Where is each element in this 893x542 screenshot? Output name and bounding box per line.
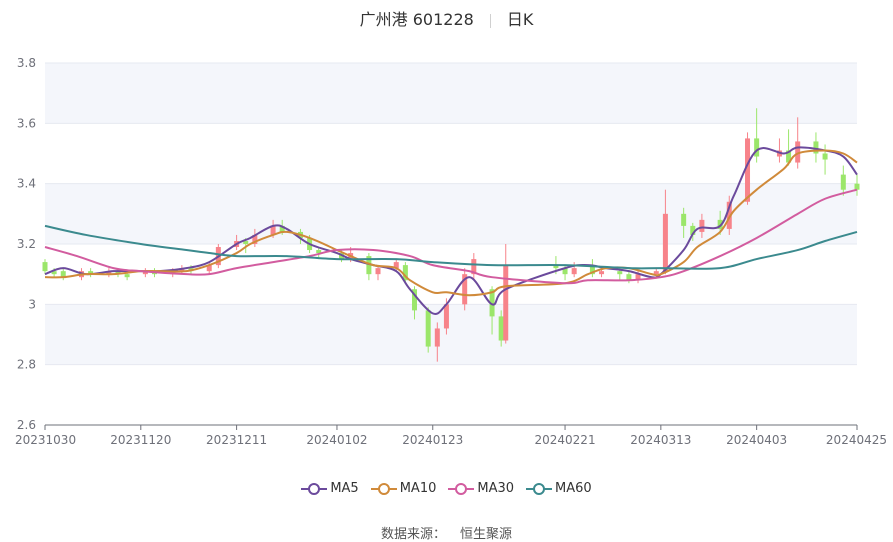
legend-item-ma5[interactable]: MA5 xyxy=(301,481,359,496)
candle-body xyxy=(822,153,828,160)
candle-body xyxy=(840,174,846,190)
legend-item-ma30[interactable]: MA30 xyxy=(448,481,514,496)
candle-body xyxy=(653,271,659,275)
legend-item-ma10[interactable]: MA10 xyxy=(370,481,437,496)
chart-legend: MA5 MA10 MA30 MA60 xyxy=(0,481,893,496)
candle-body xyxy=(617,271,623,275)
x-tick-label: 20240221 xyxy=(535,433,596,447)
candle-body xyxy=(681,213,687,226)
candle-body xyxy=(571,268,577,275)
source-provider: 恒生聚源 xyxy=(460,527,513,542)
legend-label: MA30 xyxy=(477,481,515,496)
legend-label: MA60 xyxy=(555,481,592,496)
y-tick-label: 3 xyxy=(28,297,36,311)
candle-body xyxy=(498,316,504,341)
x-tick-label: 20231030 xyxy=(15,433,76,447)
y-tick-label: 3.4 xyxy=(17,177,36,191)
x-tick-label: 20240313 xyxy=(630,433,691,447)
y-tick-label: 3.6 xyxy=(17,116,36,130)
candle-body xyxy=(699,219,705,232)
candle-body xyxy=(599,271,605,275)
legend-label: MA10 xyxy=(399,481,437,496)
x-tick-label: 20240403 xyxy=(726,433,787,447)
grid-band xyxy=(45,304,857,365)
candle-body xyxy=(434,328,440,347)
legend-marker-icon xyxy=(301,482,328,495)
x-tick-label: 20231120 xyxy=(110,433,171,447)
legend-marker-icon xyxy=(370,482,397,495)
x-tick-label: 20240123 xyxy=(402,433,463,447)
source-label: 数据来源： xyxy=(380,527,446,542)
legend-marker-icon xyxy=(526,482,553,495)
legend-label: MA5 xyxy=(330,481,359,496)
x-tick-label: 20240102 xyxy=(306,433,367,447)
data-source: 数据来源： 恒生聚源 xyxy=(0,523,893,542)
grid-band xyxy=(45,63,857,124)
kline-chart[interactable]: 2.6 2.8 3 3.2 3.4 3.6 3.8 20231030 20231120 20231… xyxy=(0,0,893,542)
y-tick-label: 3.2 xyxy=(17,237,36,251)
y-tick-label: 3.8 xyxy=(17,56,36,70)
candle-body xyxy=(662,213,668,272)
candle-body xyxy=(375,268,381,275)
y-tick-label: 2.6 xyxy=(17,418,36,432)
candle-body xyxy=(124,274,130,278)
candle-body xyxy=(425,310,431,347)
x-tick-label: 20231211 xyxy=(206,433,267,447)
candle-body xyxy=(443,304,449,329)
y-tick-label: 2.8 xyxy=(17,358,36,372)
candle-body xyxy=(42,262,48,272)
legend-item-ma60[interactable]: MA60 xyxy=(526,481,592,496)
legend-marker-icon xyxy=(448,482,475,495)
x-tick-label: 20240425 xyxy=(826,433,887,447)
candle-body xyxy=(503,265,509,341)
candle-body xyxy=(854,183,860,190)
